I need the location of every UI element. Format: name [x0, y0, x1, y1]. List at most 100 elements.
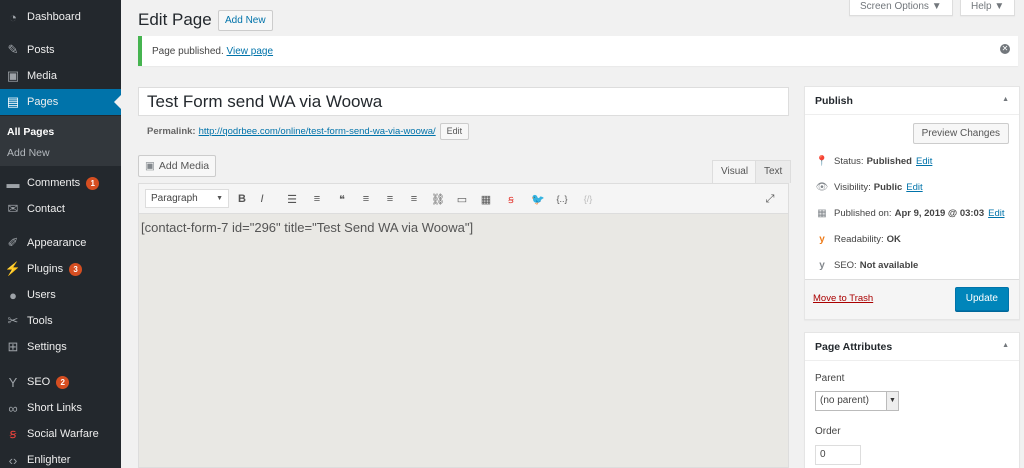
mail-icon: ✉	[7, 201, 19, 216]
sidebar-item-media[interactable]: ▣ Media	[0, 63, 121, 89]
count-badge: 3	[69, 262, 83, 276]
settings-icon: ⊞	[7, 339, 19, 354]
sidebar-item-plugins[interactable]: ⚡ Plugins 3	[0, 256, 121, 282]
add-new-button[interactable]: Add New	[218, 10, 273, 31]
notice-text: Page published. View page	[152, 46, 273, 57]
count-badge: 1	[86, 176, 100, 190]
sidebar-item-appearance[interactable]: ✐ Appearance	[0, 230, 121, 256]
seo-label: SEO:	[834, 259, 857, 271]
dismiss-icon[interactable]: ✕	[1000, 44, 1010, 54]
sidebar-item-social-warfare[interactable]: ꞩ Social Warfare	[0, 421, 121, 447]
parent-label: Parent	[815, 373, 845, 384]
seo-row: y SEO: Not available	[815, 257, 918, 273]
sidebar-item-short-links[interactable]: ∞ Short Links	[0, 395, 121, 421]
calendar-icon: ▦	[817, 207, 827, 219]
sidebar-item-label: Contact	[27, 203, 65, 215]
sidebar-item-posts[interactable]: ✎ Posts	[0, 37, 121, 63]
published-value: Apr 9, 2019 @ 03:03	[894, 207, 985, 219]
edit-date-link[interactable]: Edit	[988, 208, 1004, 219]
code-brackets-icon[interactable]: {..}	[552, 189, 572, 209]
sidebar-item-contact[interactable]: ✉ Contact	[0, 196, 121, 222]
help-button[interactable]: Help ▼	[960, 0, 1016, 16]
submenu-add-new[interactable]: Add New	[7, 147, 50, 159]
bold-icon[interactable]: B	[232, 189, 252, 209]
notice-message: Page published.	[152, 46, 224, 57]
readability-row: y Readability: OK	[815, 231, 901, 247]
social-warfare-icon[interactable]: ꞩ	[501, 189, 521, 209]
admin-sidebar: ◔ Dashboard ✎ Posts ▣ Media ▤ Pages ▬ Comments 1 ✉ C…	[0, 0, 121, 468]
sidebar-item-pages[interactable]: ▤ Pages	[0, 89, 121, 115]
yoast-icon: Y	[8, 374, 18, 390]
sidebar-item-label: Social Warfare	[27, 428, 99, 440]
yoast-seo-icon: y	[819, 259, 825, 271]
collapse-arrow-icon[interactable]: ▲	[1002, 342, 1009, 349]
sidebar-item-dashboard[interactable]: ◔ Dashboard	[0, 4, 121, 30]
published-label: Published on:	[834, 207, 892, 219]
preview-changes-button[interactable]: Preview Changes	[912, 123, 1009, 144]
italic-icon[interactable]: I	[252, 189, 272, 209]
permalink-row: Permalink: http://qodrbee.com/online/tes…	[147, 122, 470, 140]
media-icon: ▣	[6, 68, 20, 83]
pin-icon: ✎	[7, 42, 19, 57]
sidebar-item-comments[interactable]: ▬ Comments 1	[0, 170, 121, 196]
published-on-row: ▦ Published on: Apr 9, 2019 @ 03:03 Edit	[815, 205, 1004, 221]
editor-content[interactable]: [contact-form-7 id="296" title="Test Sen…	[141, 220, 473, 235]
sidebar-item-label: Appearance	[27, 237, 87, 249]
sidebar-item-tools[interactable]: ✂ Tools	[0, 308, 121, 334]
readability-label: Readability:	[834, 233, 884, 245]
read-more-icon[interactable]: ▭	[452, 189, 472, 209]
align-center-icon[interactable]: ≡	[380, 189, 400, 209]
attributes-header[interactable]: Page Attributes ▲	[805, 333, 1019, 361]
permalink-edit-button[interactable]: Edit	[439, 122, 470, 140]
code-icon: ‹›	[8, 452, 18, 468]
tab-visual[interactable]: Visual	[712, 160, 758, 183]
publish-header[interactable]: Publish ▲	[805, 87, 1019, 115]
order-label: Order	[815, 426, 841, 437]
update-button[interactable]: Update	[954, 287, 1009, 311]
fullscreen-icon[interactable]: ⤢	[760, 189, 780, 209]
sidebar-item-seo[interactable]: Y SEO 2	[0, 369, 121, 395]
post-title-input[interactable]: Test Form send WA via Woowa	[138, 87, 789, 116]
parent-select-value: (no parent)	[820, 395, 869, 406]
sidebar-item-enlighter[interactable]: ‹› Enlighter	[0, 447, 121, 468]
users-icon: ●	[9, 287, 17, 303]
count-badge: 2	[56, 375, 70, 389]
add-media-button[interactable]: ▣ Add Media	[138, 155, 217, 177]
order-input[interactable]: 0	[815, 445, 861, 465]
sidebar-item-label: SEO	[27, 376, 51, 388]
pages-submenu: All Pages Add New	[0, 116, 121, 166]
tab-text[interactable]: Text	[755, 160, 792, 183]
bullet-list-icon[interactable]: ☰	[282, 189, 302, 209]
collapse-arrow-icon[interactable]: ▲	[1002, 96, 1009, 103]
align-right-icon[interactable]: ≡	[404, 189, 424, 209]
edit-visibility-link[interactable]: Edit	[906, 182, 922, 193]
sidebar-item-label: Enlighter	[27, 454, 71, 466]
numbered-list-icon[interactable]: ≡	[307, 189, 327, 209]
twitter-icon[interactable]: 🐦	[528, 189, 548, 209]
blockquote-icon[interactable]: ❝	[332, 189, 352, 209]
comments-icon: ▬	[6, 175, 20, 191]
link-icon[interactable]: ⛓	[428, 189, 448, 209]
submenu-all-pages[interactable]: All Pages	[7, 126, 54, 138]
move-to-trash-link[interactable]: Move to Trash	[813, 293, 873, 304]
seo-value: Not available	[859, 259, 919, 271]
sidebar-item-users[interactable]: ● Users	[0, 282, 121, 308]
view-page-link[interactable]: View page	[227, 46, 274, 57]
sidebar-item-settings[interactable]: ⊞ Settings	[0, 334, 121, 360]
code-disabled-icon[interactable]: {/}	[578, 189, 598, 209]
align-left-icon[interactable]: ≡	[356, 189, 376, 209]
sidebar-item-label: Pages	[27, 96, 59, 108]
publish-box: Publish ▲ Preview Changes 📍 Status: Publ…	[804, 86, 1020, 320]
permalink-link[interactable]: http://qodrbee.com/online/test-form-send…	[199, 126, 436, 137]
toolbar-toggle-icon[interactable]: ▦	[476, 189, 496, 209]
dashboard-icon: ◔	[9, 9, 17, 25]
edit-status-link[interactable]: Edit	[916, 156, 932, 167]
publish-title: Publish	[815, 95, 853, 107]
format-select[interactable]: Paragraph ▼	[145, 189, 229, 208]
content-editor[interactable]: Paragraph ▼ B I ☰ ≡ ❝ ≡ ≡ ≡ ⛓ ▭ ▦ ꞩ 🐦 {..} {/} ⤢ [cont…	[138, 183, 789, 468]
pin-icon: 📍	[815, 155, 829, 167]
parent-select[interactable]: (no parent) ▼	[815, 391, 899, 411]
brush-icon: ✐	[7, 235, 19, 250]
sidebar-item-label: Media	[27, 70, 57, 82]
screen-options-button[interactable]: Screen Options ▼	[849, 0, 953, 16]
